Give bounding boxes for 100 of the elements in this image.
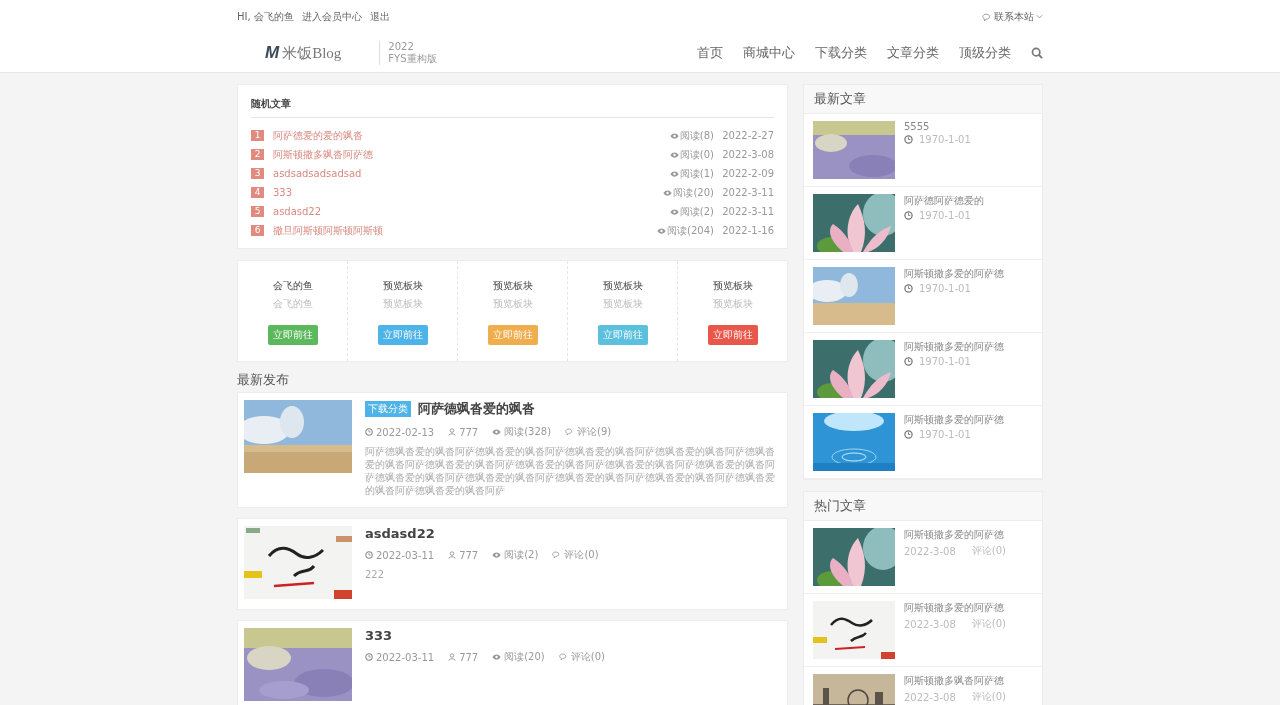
post-title[interactable]: 333 (365, 628, 393, 643)
eye-icon (492, 654, 502, 660)
read-count: 阅读(204) (667, 223, 714, 238)
post-title[interactable]: 阿萨德飒沓爱的飒沓 (418, 400, 535, 418)
article-link[interactable]: 撒旦阿斯顿阿斯顿阿斯顿 (273, 223, 658, 238)
article-link[interactable]: 阿斯顿撒多爱的阿萨德 (904, 528, 1006, 542)
panel-title: 最新文章 (804, 85, 1042, 114)
panel-title: 热门文章 (804, 492, 1042, 521)
comment-count: 评论(0) (564, 548, 599, 562)
nav-link[interactable]: 下载分类 (815, 44, 867, 62)
article-date: 2022-2-27 (722, 130, 774, 141)
module-title: 预览板块 (492, 279, 533, 293)
article-link[interactable]: 阿斯顿撒多爱的阿萨德 (904, 340, 1004, 354)
top-link[interactable]: 退出 (369, 10, 390, 24)
contact-link[interactable]: 联系本站 (982, 10, 1043, 24)
logo-text[interactable]: 米饭Blog (282, 43, 342, 63)
clock-icon (365, 653, 373, 661)
article-date: 1970-1-01 (919, 134, 971, 145)
post-date: 2022-02-13 (376, 426, 435, 438)
comment-count: 评论(0) (971, 690, 1006, 704)
article-link[interactable]: 5555 (904, 121, 971, 132)
eye-icon (492, 552, 502, 558)
article-date: 1970-1-01 (919, 283, 971, 294)
clock-icon (904, 135, 913, 144)
post-author: 777 (459, 426, 479, 438)
rank-badge: 1 (251, 130, 264, 141)
greeting-text: HI, 会飞的鱼 (237, 10, 294, 24)
article-date: 2022-1-16 (722, 225, 774, 236)
user-icon (448, 653, 457, 661)
eye-icon (669, 170, 679, 177)
version-name: FYS重构版 (388, 53, 437, 65)
post-title[interactable]: asdasd22 (365, 526, 435, 541)
eye-icon (669, 208, 679, 215)
read-count: 阅读(328) (504, 425, 552, 439)
clock-icon (904, 357, 913, 366)
comment-icon (558, 653, 568, 661)
rank-badge: 2 (251, 149, 264, 160)
eye-icon (669, 151, 679, 158)
post-excerpt: 222 (365, 568, 386, 581)
go-button[interactable]: 立即前往 (377, 325, 428, 345)
post-date: 2022-03-11 (376, 549, 435, 561)
comment-icon (565, 428, 575, 436)
eye-icon (663, 189, 673, 196)
article-link[interactable]: 阿萨德阿萨德爱的 (904, 194, 984, 208)
go-button[interactable]: 立即前往 (597, 325, 648, 345)
read-count: 阅读(20) (504, 650, 545, 664)
article-link[interactable]: 333 (273, 187, 664, 198)
clock-icon (365, 428, 373, 436)
article-date: 1970-1-01 (919, 210, 971, 221)
nav-link[interactable]: 商城中心 (743, 44, 795, 62)
post-excerpt: 阿萨德飒沓爱的飒沓阿萨德飒沓爱的飒沓阿萨德飒沓爱的飒沓阿萨德飒沓爱的飒沓阿萨德飒沓爱的飒沓阿萨德飒沓爱的飒沓阿萨德飒沓爱的飒沓阿萨德飒沓爱的飒沓阿萨德飒沓爱的飒沓阿萨德飒沓爱的飒沓阿萨德飒沓爱的飒沓阿萨德飒沓爱的飒沓阿萨德飒沓爱的飒沓阿萨德飒沓爱的飒沓阿萨德飒沓爱的飒沓阿萨 (365, 445, 776, 497)
article-date: 2022-3-11 (722, 206, 774, 217)
article-link[interactable]: 阿斯顿撒多爱的阿萨德 (904, 267, 1004, 281)
article-link[interactable]: 阿斯顿撒多飒沓阿萨德 (904, 674, 1006, 688)
nav-link[interactable]: 首页 (697, 44, 723, 62)
logo-mark[interactable]: M (265, 43, 280, 63)
nav-link[interactable]: 顶级分类 (959, 44, 1011, 62)
clock-icon (904, 284, 913, 293)
module-title: 会飞的鱼 (272, 279, 313, 293)
nav-link[interactable]: 文章分类 (887, 44, 939, 62)
article-date: 2022-3-11 (722, 187, 774, 198)
article-link[interactable]: 阿萨德爱的爱的飒沓 (273, 128, 670, 143)
article-link[interactable]: 阿斯顿撒多爱的阿萨德 (904, 601, 1006, 615)
article-date: 2022-3-08 (904, 691, 956, 703)
rank-badge: 4 (251, 187, 264, 198)
read-count: 阅读(2) (504, 548, 539, 562)
post-author: 777 (459, 549, 479, 561)
eye-icon (657, 227, 667, 234)
category-tag[interactable]: 下载分类 (365, 401, 411, 417)
read-count: 阅读(1) (679, 166, 714, 181)
post-date: 2022-03-11 (376, 651, 435, 663)
article-date: 2022-3-08 (722, 149, 774, 160)
user-icon (448, 428, 457, 436)
read-count: 阅读(8) (679, 128, 714, 143)
article-date: 1970-1-01 (919, 429, 971, 440)
clock-icon (904, 211, 913, 220)
comment-count: 评论(0) (971, 544, 1006, 558)
search-icon[interactable] (1031, 47, 1043, 59)
article-link[interactable]: asdsadsadsadsad (273, 168, 670, 179)
module-title: 预览板块 (602, 279, 643, 293)
article-link[interactable]: asdasd22 (273, 206, 670, 217)
go-button[interactable]: 立即前往 (267, 325, 318, 345)
clock-icon (904, 430, 913, 439)
article-date: 2022-2-09 (722, 168, 774, 179)
rank-badge: 5 (251, 206, 264, 217)
comment-count: 评论(0) (570, 650, 605, 664)
article-link[interactable]: 阿斯顿撒多爱的阿萨德 (904, 413, 1004, 427)
article-date: 1970-1-01 (919, 356, 971, 367)
rank-badge: 6 (251, 225, 264, 236)
comment-icon (552, 551, 562, 559)
read-count: 阅读(2) (679, 204, 714, 219)
module-title: 预览板块 (382, 279, 423, 293)
read-count: 阅读(0) (679, 147, 714, 162)
caret-icon (1036, 14, 1043, 20)
comment-count: 评论(9) (577, 425, 612, 439)
go-button[interactable]: 立即前往 (707, 325, 758, 345)
eye-icon (669, 132, 679, 139)
article-link[interactable]: 阿斯顿撒多飒沓阿萨德 (273, 147, 670, 162)
module-title: 预览板块 (712, 279, 753, 293)
top-link[interactable]: 进入会员中心 (301, 10, 362, 24)
